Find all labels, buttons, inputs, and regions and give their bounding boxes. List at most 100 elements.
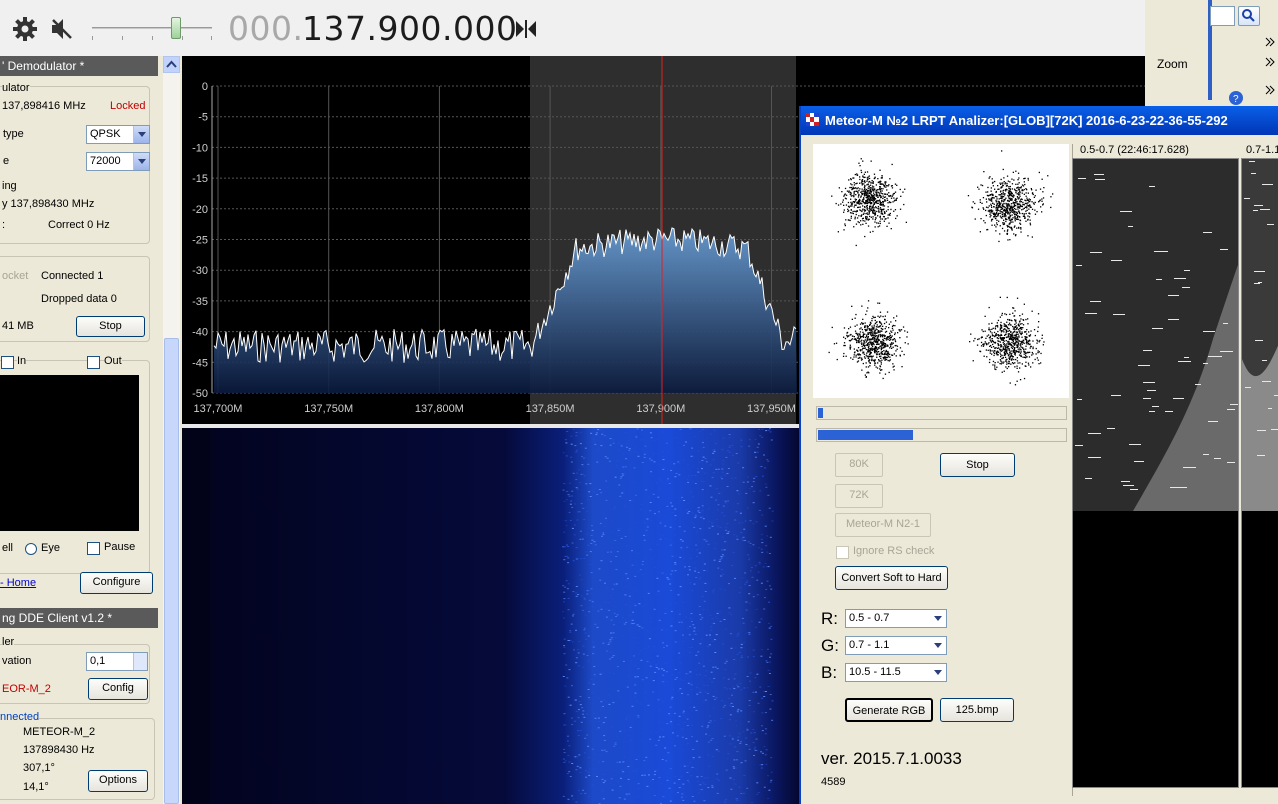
help-icon[interactable]: ? <box>1228 90 1246 106</box>
waterfall-pixel <box>704 472 707 474</box>
pause-checkbox[interactable] <box>87 542 100 555</box>
in-checkbox[interactable] <box>1 356 14 369</box>
channel-1-image[interactable] <box>1072 158 1239 788</box>
symbol-rate-select[interactable]: 72000 <box>86 152 150 171</box>
stop-button[interactable]: Stop <box>76 316 145 337</box>
freq-step-icon[interactable] <box>514 18 538 40</box>
scroll-thumb[interactable] <box>164 338 179 804</box>
waterfall-pixel <box>606 650 609 652</box>
window-title-bar[interactable]: Meteor-M №2 LRPT Analizer:[GLOB][72K] 20… <box>801 106 1278 135</box>
convert-soft-to-hard-button[interactable]: Convert Soft to Hard <box>835 566 948 590</box>
generate-rgb-button[interactable]: Generate RGB <box>845 698 933 722</box>
b-channel-select[interactable]: 10.5 - 11.5 <box>845 663 947 682</box>
waterfall-pixel <box>571 490 574 492</box>
constellation-point <box>858 203 860 205</box>
chevron-right-icon[interactable] <box>1264 84 1276 96</box>
waterfall-pixel <box>760 534 763 536</box>
constellation-point <box>878 339 880 341</box>
demodulator-header[interactable]: ' Demodulator * <box>0 56 158 76</box>
home-link[interactable]: - Home <box>0 577 36 589</box>
waterfall-pixel <box>706 684 709 686</box>
options-button[interactable]: Options <box>88 770 148 792</box>
waterfall-pixel <box>634 684 637 686</box>
constellation-point <box>1018 323 1020 325</box>
gear-icon[interactable] <box>12 16 38 42</box>
waterfall-pixel <box>575 710 578 712</box>
frequency-leading-digits[interactable]: 000. <box>228 9 303 48</box>
waterfall-pixel <box>674 508 677 510</box>
search-input[interactable] <box>1210 6 1235 26</box>
left-panel-scrollbar[interactable] <box>163 56 180 804</box>
volume-slider-thumb[interactable] <box>171 17 181 39</box>
eye-radio[interactable] <box>25 543 37 555</box>
volume-slider-track[interactable] <box>92 27 212 29</box>
constellation-point <box>1012 346 1014 348</box>
waterfall-pixel <box>736 653 739 655</box>
waterfall-display[interactable] <box>182 428 799 804</box>
ignore-rs-checkbox[interactable] <box>836 546 849 559</box>
constellation-point <box>886 199 889 201</box>
chevron-right-icon[interactable] <box>1264 56 1276 68</box>
waterfall-pixel <box>692 523 695 525</box>
meteor-m-n2-1-button[interactable]: Meteor-M N2-1 <box>835 513 931 537</box>
constellation-point <box>1003 343 1006 345</box>
constellation-point <box>1001 150 1003 152</box>
waterfall-pixel <box>612 598 615 600</box>
waterfall-pixel <box>703 570 706 571</box>
waterfall-pixel <box>575 629 577 631</box>
bmp-file-button[interactable]: 125.bmp <box>940 698 1014 722</box>
scroll-up-button[interactable] <box>163 56 180 73</box>
out-checkbox[interactable] <box>87 356 100 369</box>
r-channel-select[interactable]: 0.5 - 0.7 <box>845 609 947 628</box>
waterfall-pixel <box>717 567 720 569</box>
dde-client-header[interactable]: ng DDE Client v1.2 * <box>0 608 158 628</box>
waterfall-pixel <box>582 653 585 655</box>
constellation-point <box>1012 221 1014 223</box>
channel-2-image[interactable] <box>1241 158 1278 788</box>
mute-icon[interactable] <box>50 16 74 42</box>
constellation-point <box>863 353 865 355</box>
spinner-arrows-icon[interactable] <box>133 653 147 670</box>
g-channel-select[interactable]: 0.7 - 1.1 <box>845 636 947 655</box>
waterfall-pixel <box>577 594 580 595</box>
search-button[interactable] <box>1238 6 1260 26</box>
constellation-point <box>1021 192 1023 194</box>
chevron-right-icon[interactable] <box>1264 36 1276 48</box>
constellation-point <box>1007 229 1009 231</box>
waterfall-pixel <box>728 719 731 721</box>
constellation-point <box>981 184 984 187</box>
constellation-point <box>852 210 854 213</box>
waterfall-pixel <box>659 538 662 540</box>
constellation-point <box>1007 318 1009 321</box>
configure-button[interactable]: Configure <box>80 572 153 594</box>
mod-type-select[interactable]: QPSK <box>86 125 150 144</box>
mode-80k-button[interactable]: 80K <box>835 453 883 477</box>
mode-72k-button[interactable]: 72K <box>835 484 883 508</box>
constellation-point <box>999 215 1002 217</box>
constellation-point <box>982 330 984 333</box>
config-button[interactable]: Config <box>88 678 148 700</box>
constellation-point <box>1002 329 1005 331</box>
waterfall-pixel <box>564 520 567 522</box>
waterfall-pixel <box>671 542 674 544</box>
constellation-point <box>992 202 994 205</box>
waterfall-pixel <box>737 493 740 495</box>
frequency-display[interactable]: 137.900.000 <box>302 9 517 48</box>
constellation-point <box>1009 185 1011 188</box>
zoom-label: Zoom <box>1157 57 1188 71</box>
elevation-spinner[interactable]: 0,1 <box>86 652 148 671</box>
waterfall-pixel <box>609 438 612 440</box>
waterfall-pixel <box>642 560 644 562</box>
waterfall-pixel <box>641 462 644 463</box>
noise-line <box>1138 365 1150 366</box>
constellation-point <box>880 322 882 324</box>
waterfall-pixel <box>762 475 764 477</box>
waterfall-pixel <box>736 710 739 712</box>
meteor-stop-button[interactable]: Stop <box>940 453 1015 477</box>
waterfall-pixel <box>628 670 631 672</box>
waterfall-pixel <box>758 509 761 511</box>
noise-line <box>1095 179 1105 180</box>
waterfall-pixel <box>577 649 580 651</box>
waterfall-pixel <box>665 760 668 762</box>
constellation-point <box>855 356 857 358</box>
